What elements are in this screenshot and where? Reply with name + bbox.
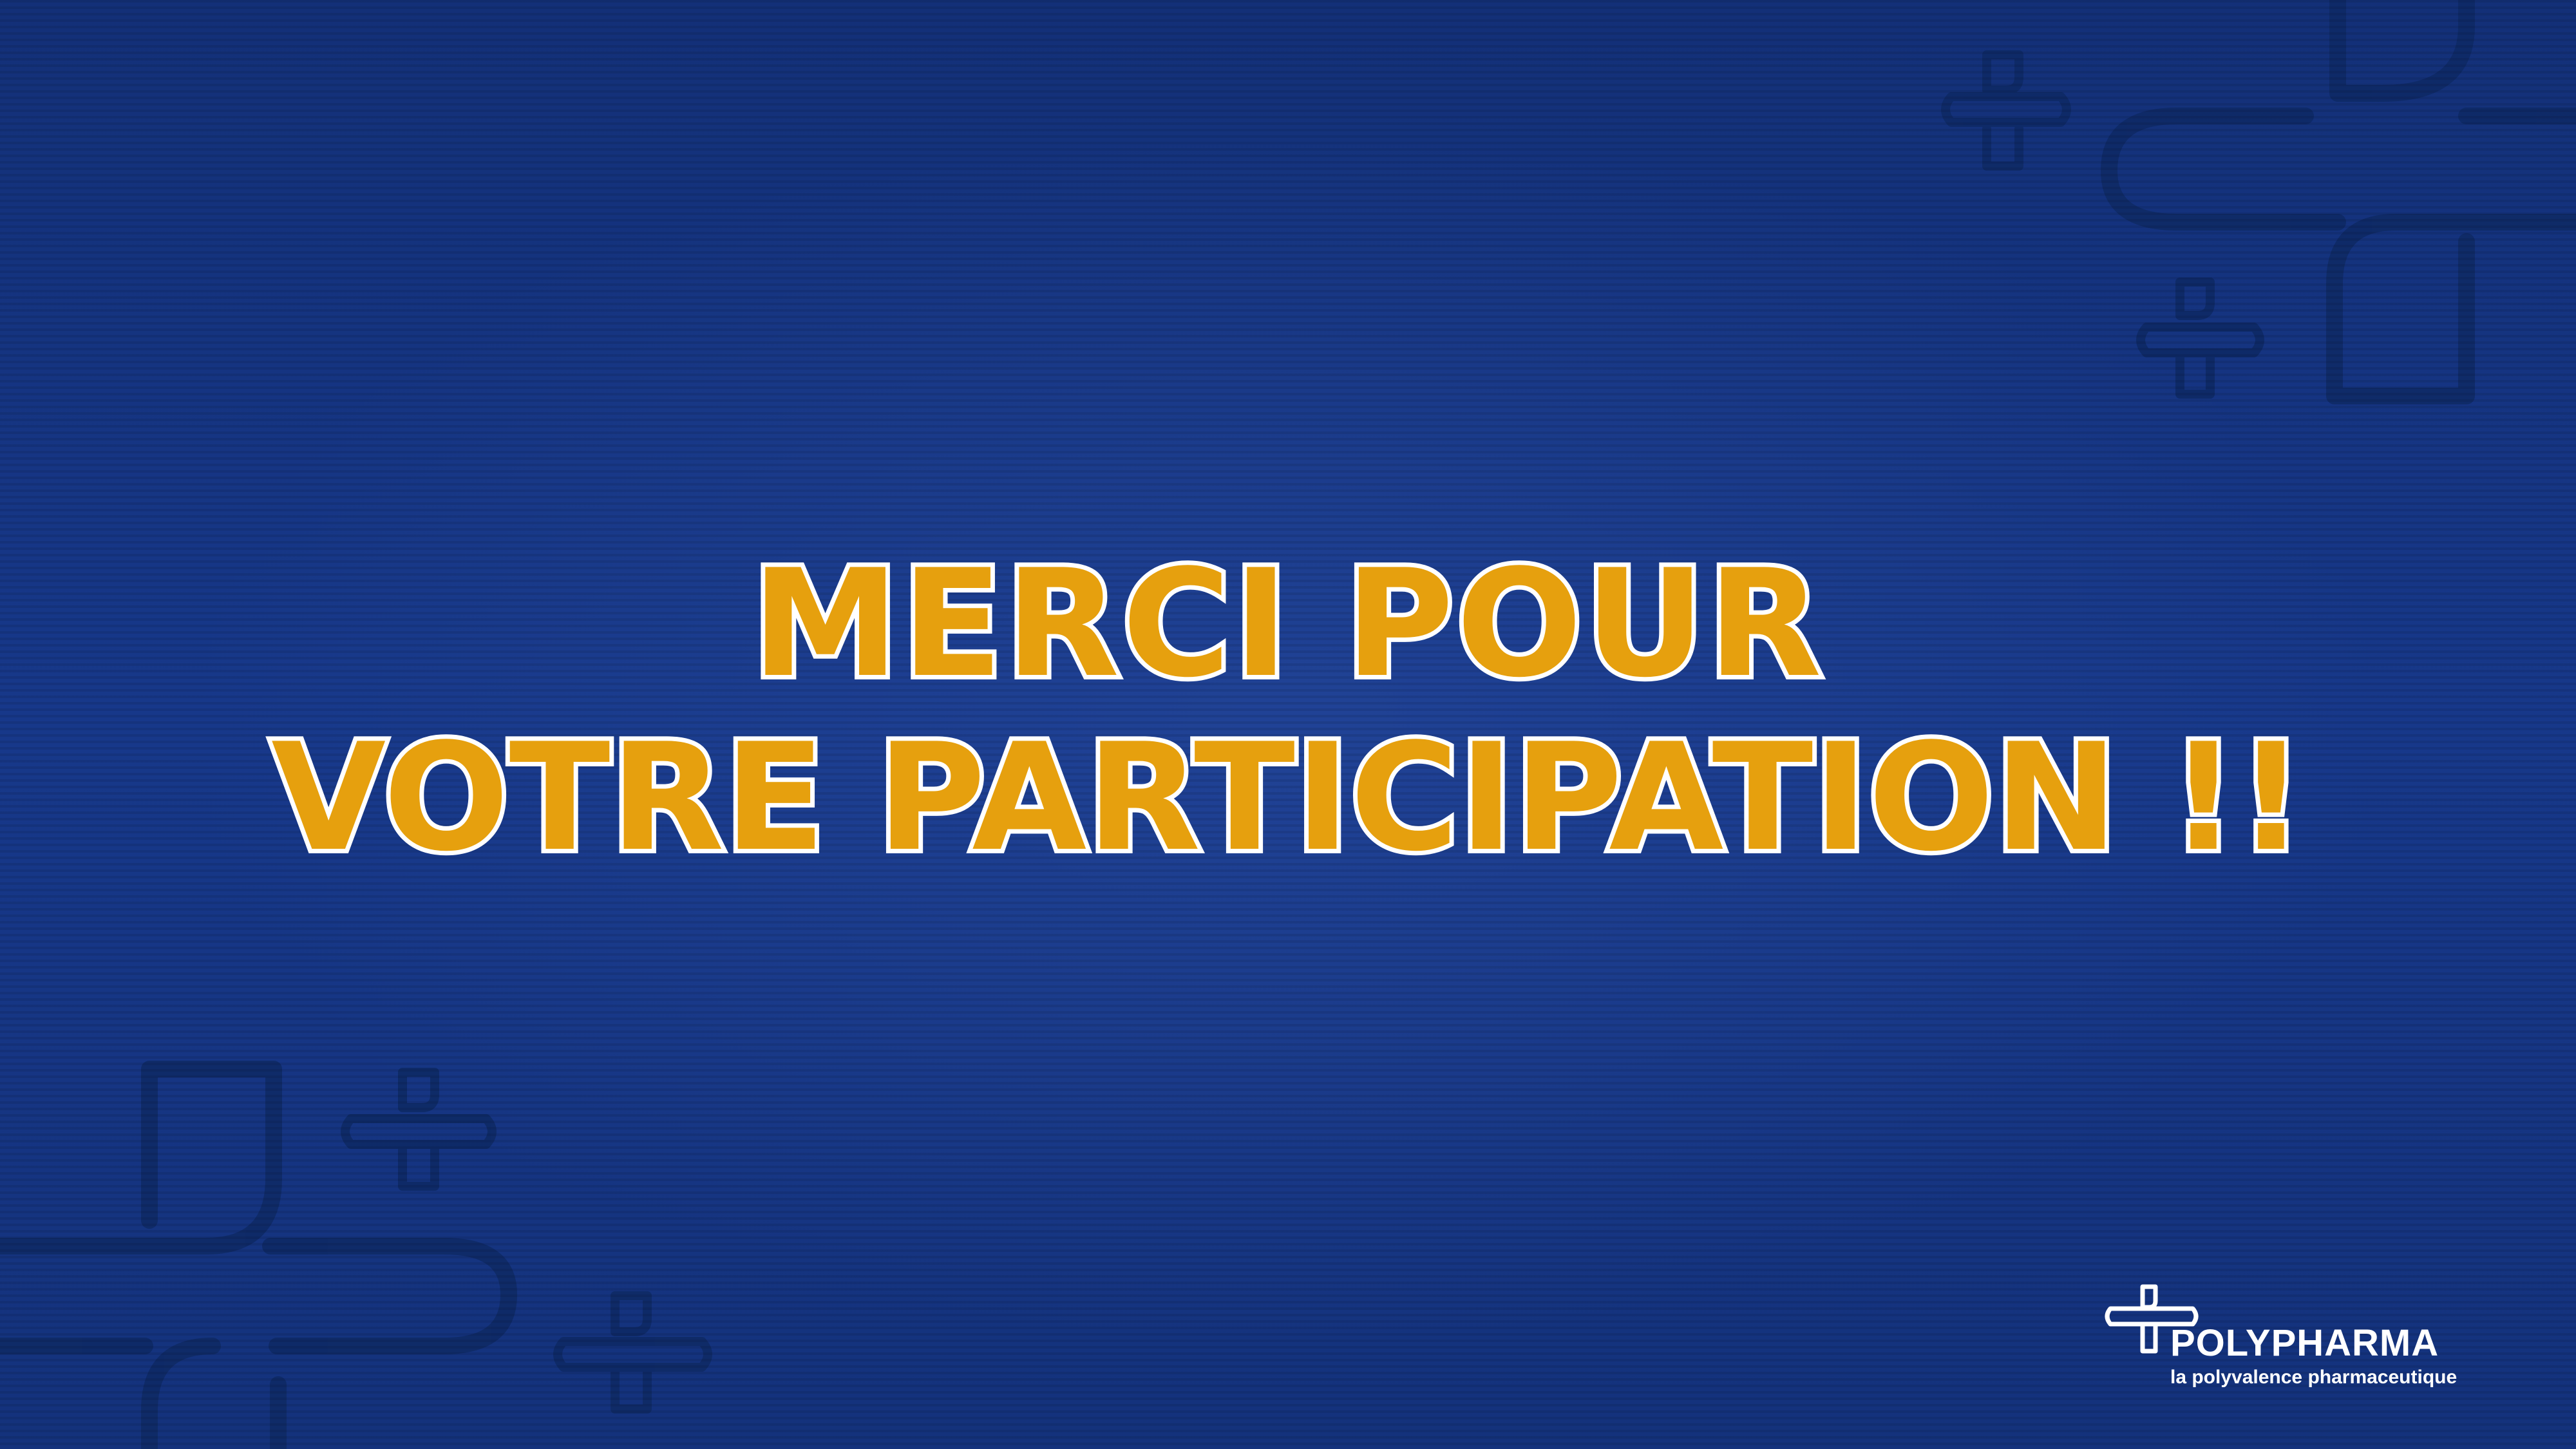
cross-outline-decoration: [0, 1061, 517, 1449]
thank-you-slide: MERCI POUR VOTRE PARTICIPATION !! POLYPH…: [0, 0, 2576, 1449]
headline-line-2: VOTRE PARTICIPATION !!: [267, 712, 2309, 884]
cross-outline-decoration: [341, 1068, 497, 1191]
brand-tagline: la polyvalence pharmaceutique: [2170, 1367, 2458, 1388]
cross-outline-decoration: [2136, 278, 2264, 399]
cross-outline-decoration: [553, 1291, 712, 1414]
headline-line-1: MERCI POUR: [747, 538, 1826, 710]
thank-you-headline: MERCI POUR VOTRE PARTICIPATION !!: [0, 538, 2576, 884]
cross-outline-decoration: [2101, 0, 2576, 404]
cross-outline-decoration: [1941, 50, 2071, 171]
polypharma-logo: POLYPHARMA la polyvalence pharmaceutique: [2103, 1282, 2515, 1404]
brand-name: POLYPHARMA: [2170, 1322, 2439, 1364]
